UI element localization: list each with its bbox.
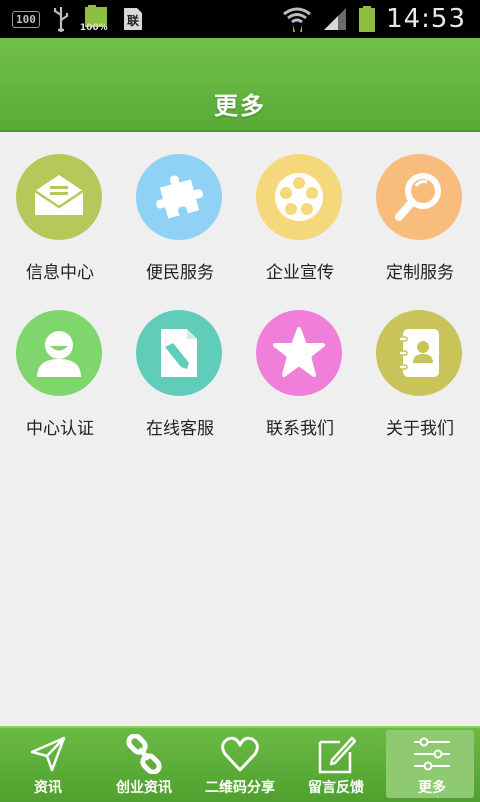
svg-text:联: 联 <box>127 14 139 28</box>
clock: 14:53 <box>386 4 466 34</box>
status-notification-icons: 100 100% 联 <box>12 4 144 34</box>
grid-item-label: 定制服务 <box>386 263 454 283</box>
battery-full-icon: 100% <box>80 4 110 34</box>
grid-item-label: 信息中心 <box>26 263 94 283</box>
film-reel-icon <box>275 173 323 221</box>
grid-item-label: 中心认证 <box>26 419 94 439</box>
battery-icon <box>359 6 376 32</box>
grid-item-online-service[interactable]: 在线客服 <box>120 288 240 439</box>
app-header: 更多 <box>0 38 480 132</box>
tab-startup-news[interactable]: 创业资讯 <box>96 728 192 802</box>
tab-more[interactable]: 更多 <box>384 728 480 802</box>
grid-item-label: 在线客服 <box>146 419 214 439</box>
tab-label: 更多 <box>418 780 446 796</box>
grid-item-icon-bg <box>256 154 342 240</box>
grid-item-contact-us[interactable]: 联系我们 <box>240 288 360 439</box>
grid-item-icon-bg <box>376 310 462 396</box>
edit-icon <box>318 736 356 774</box>
grid-item-convenience[interactable]: 便民服务 <box>120 132 240 283</box>
page-title: 更多 <box>214 92 266 120</box>
tab-feedback[interactable]: 留言反馈 <box>288 728 384 802</box>
status-system-icons: 14:53 <box>282 4 466 34</box>
bottom-tab-bar: 资讯 创业资讯 二维码分享 留言反馈 更多 <box>0 726 480 802</box>
screenshot-icon: 100 <box>12 10 40 28</box>
grid-item-icon-bg <box>136 154 222 240</box>
puzzle-icon <box>156 175 203 219</box>
usb-icon <box>53 7 68 32</box>
edit-document-icon <box>161 329 197 377</box>
grid-item-certification[interactable]: 中心认证 <box>0 288 120 439</box>
grid-item-icon-bg <box>256 310 342 396</box>
heart-icon <box>221 736 259 772</box>
wifi-icon <box>283 7 311 32</box>
signal-icon <box>324 8 347 30</box>
tab-qr-share[interactable]: 二维码分享 <box>192 728 288 802</box>
grid-item-custom-service[interactable]: 定制服务 <box>360 132 480 283</box>
grid-item-label: 便民服务 <box>146 263 214 283</box>
tab-news[interactable]: 资讯 <box>0 728 96 802</box>
grid-item-promotion[interactable]: 企业宣传 <box>240 132 360 283</box>
star-icon <box>273 327 325 377</box>
chain-link-icon <box>126 734 162 774</box>
tab-label: 二维码分享 <box>205 780 275 796</box>
tab-label: 资讯 <box>34 780 62 796</box>
grid-item-info-center[interactable]: 信息中心 <box>0 132 120 283</box>
grid-item-icon-bg <box>376 154 462 240</box>
user-icon <box>37 331 81 377</box>
magnifier-icon <box>395 173 441 221</box>
envelope-icon <box>34 175 84 215</box>
paper-plane-icon <box>30 736 66 772</box>
sliders-icon <box>414 737 450 771</box>
status-bar: 100 100% 联 14:53 <box>0 0 480 38</box>
tab-label: 留言反馈 <box>308 780 364 796</box>
grid-item-icon-bg <box>136 310 222 396</box>
contacts-book-icon <box>398 329 439 377</box>
grid-item-icon-bg <box>16 154 102 240</box>
tab-label: 创业资讯 <box>116 780 172 796</box>
sim-icon: 联 <box>123 8 142 30</box>
grid-item-icon-bg <box>16 310 102 396</box>
grid-item-label: 关于我们 <box>386 419 454 439</box>
grid-item-about-us[interactable]: 关于我们 <box>360 288 480 439</box>
grid-item-label: 联系我们 <box>266 419 334 439</box>
grid-item-label: 企业宣传 <box>266 263 334 283</box>
